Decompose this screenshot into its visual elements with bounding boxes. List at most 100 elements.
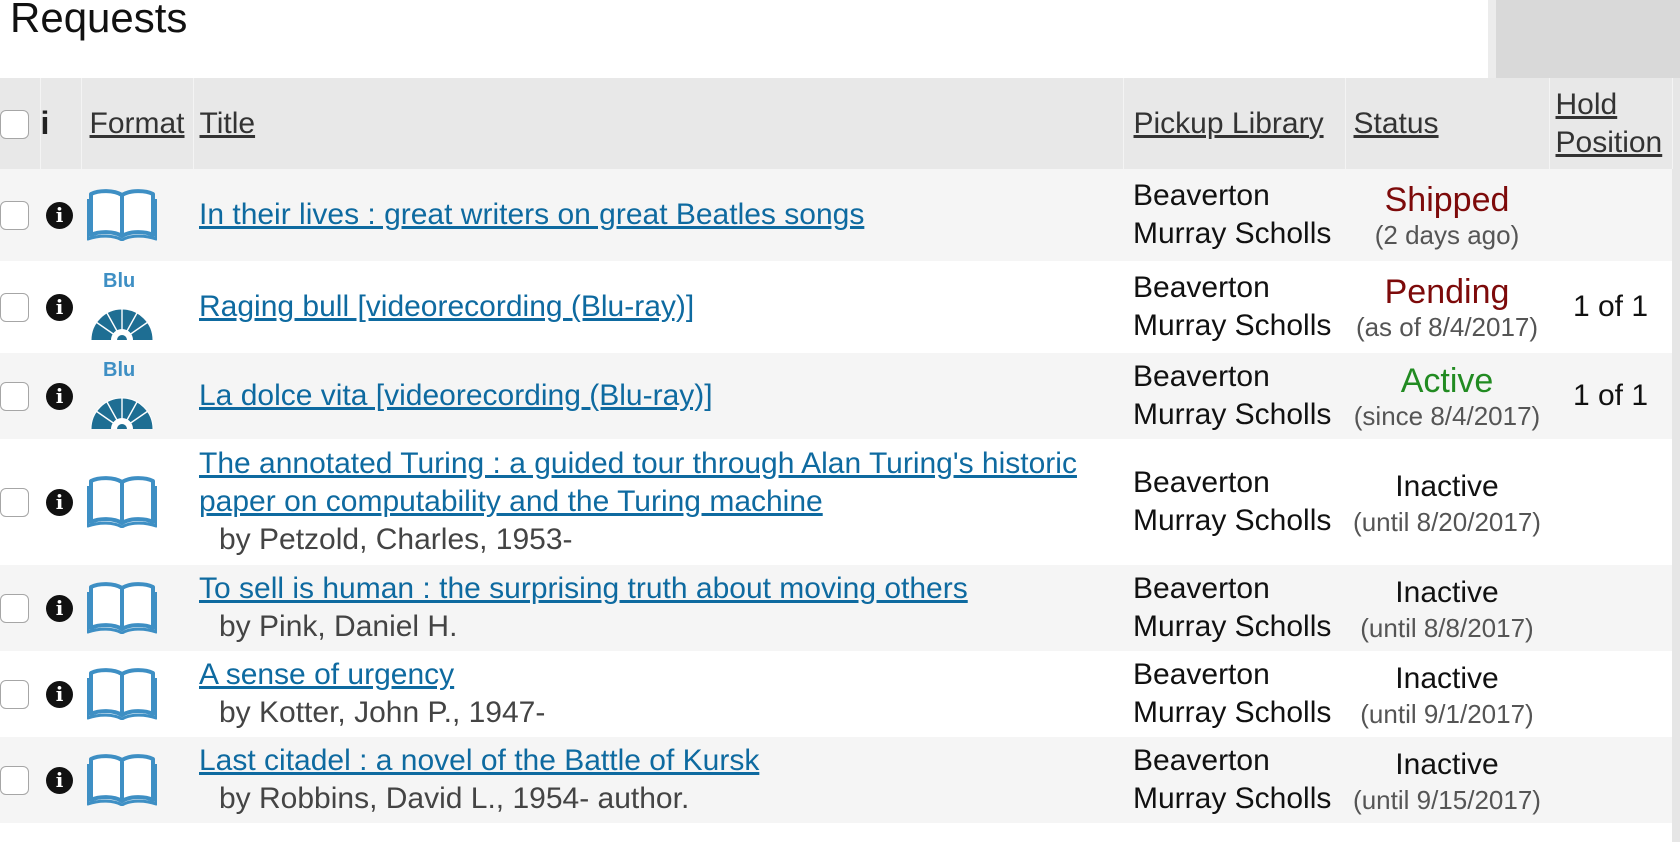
info-icon[interactable]: i <box>46 293 73 321</box>
author-text: by Pink, Daniel H. <box>219 610 458 643</box>
row-select-cell <box>0 565 40 651</box>
info-column-header: i <box>40 78 82 169</box>
table-header-row: i Format Title Pickup Library Status Hol… <box>0 78 1673 169</box>
info-icon[interactable]: i <box>46 680 73 708</box>
book-icon <box>87 189 193 241</box>
row-title-cell: The annotated Turing : a guided tour thr… <box>193 439 1123 565</box>
title-link[interactable]: In their lives : great writers on great … <box>199 198 864 231</box>
status-detail: (since 8/4/2017) <box>1353 401 1541 431</box>
select-all-checkbox[interactable] <box>0 110 29 140</box>
row-status-cell: Inactive (until 9/15/2017) <box>1345 737 1549 823</box>
blu-ray-icon: Blu <box>87 359 157 427</box>
row-info-cell: i <box>40 737 81 823</box>
row-format-cell <box>81 651 193 737</box>
row-pickup-cell: Beaverton Murray Scholls <box>1123 737 1345 823</box>
author-text: by Petzold, Charles, 1953- <box>219 523 573 556</box>
row-checkbox[interactable] <box>0 593 29 623</box>
hold-position <box>1549 651 1672 737</box>
row-format-cell <box>81 737 193 823</box>
status-detail: (until 9/1/2017) <box>1360 699 1534 729</box>
row-select-cell <box>0 439 40 565</box>
row-info-cell: i <box>40 565 81 651</box>
row-title-cell: To sell is human : the surprising truth … <box>193 565 1123 651</box>
row-status-cell: Active (since 8/4/2017) <box>1345 353 1549 439</box>
hold-header-line1: Hold <box>1555 87 1618 121</box>
info-icon[interactable]: i <box>46 382 73 410</box>
header-gap <box>1488 0 1496 78</box>
scrollbar-edge[interactable] <box>1672 78 1680 842</box>
row-info-cell: i <box>40 261 81 353</box>
status-detail: (until 8/8/2017) <box>1360 613 1534 643</box>
hold-position <box>1549 169 1672 261</box>
status-badge: Inactive <box>1395 662 1499 695</box>
status-detail: (until 9/15/2017) <box>1353 785 1541 815</box>
hold-column-header: Hold Position <box>1549 78 1673 169</box>
pickup-location: Murray Scholls <box>1133 309 1332 342</box>
row-checkbox[interactable] <box>0 679 29 709</box>
hold-header-line2: Position <box>1555 125 1663 159</box>
title-line: paper on computability and the Turing ma… <box>199 485 823 518</box>
title-link[interactable]: A sense of urgency <box>199 658 454 691</box>
status-badge: Pending <box>1384 273 1510 311</box>
status-badge: Shipped <box>1384 181 1510 219</box>
row-checkbox[interactable] <box>0 292 29 322</box>
row-title-cell: A sense of urgency by Kotter, John P., 19… <box>193 651 1123 737</box>
info-icon[interactable]: i <box>46 488 73 516</box>
title-link[interactable]: To sell is human : the surprising truth … <box>199 572 968 605</box>
hold-position <box>1549 737 1672 823</box>
row-status-cell: Shipped (2 days ago) <box>1345 169 1549 261</box>
row-checkbox[interactable] <box>0 381 29 411</box>
row-info-cell: i <box>40 353 81 439</box>
row-status-cell: Inactive (until 8/20/2017) <box>1345 439 1549 565</box>
row-info-cell: i <box>40 439 81 565</box>
select-all-cell <box>0 78 41 169</box>
status-badge: Inactive <box>1395 748 1499 781</box>
pickup-location: Murray Scholls <box>1133 782 1332 815</box>
pickup-branch: Beaverton <box>1133 271 1270 304</box>
info-icon[interactable]: i <box>46 594 73 622</box>
table-row: i To sell is human : the surprising trut… <box>0 565 1672 651</box>
status-detail: (as of 8/4/2017) <box>1355 312 1539 342</box>
pickup-branch: Beaverton <box>1133 179 1270 212</box>
title-link[interactable]: The annotated Turing : a guided tour thr… <box>199 447 1077 518</box>
info-icon[interactable]: i <box>46 766 73 794</box>
row-checkbox[interactable] <box>0 765 29 795</box>
table-row: i Blu La dolce vita [videorecording (Blu… <box>0 353 1672 439</box>
row-pickup-cell: Beaverton Murray Scholls <box>1123 261 1345 353</box>
sort-by-title-link[interactable]: Title <box>200 107 256 140</box>
row-format-cell: Blu <box>81 353 193 439</box>
pickup-branch: Beaverton <box>1133 466 1270 499</box>
row-pickup-cell: Beaverton Murray Scholls <box>1123 169 1345 261</box>
pickup-branch: Beaverton <box>1133 744 1270 777</box>
row-checkbox[interactable] <box>0 487 29 517</box>
row-pickup-cell: Beaverton Murray Scholls <box>1123 565 1345 651</box>
row-status-cell: Pending (as of 8/4/2017) <box>1345 261 1549 353</box>
pickup-branch: Beaverton <box>1133 572 1270 605</box>
table-row: i The annotated Turing : a guided tour t… <box>0 439 1672 565</box>
row-status-cell: Inactive (until 9/1/2017) <box>1345 651 1549 737</box>
sort-by-status-link[interactable]: Status <box>1354 107 1439 140</box>
row-pickup-cell: Beaverton Murray Scholls <box>1123 439 1345 565</box>
row-pickup-cell: Beaverton Murray Scholls <box>1123 651 1345 737</box>
scrollbar-track[interactable] <box>1496 0 1680 78</box>
title-column-header: Title <box>193 78 1124 169</box>
title-link[interactable]: Last citadel : a novel of the Battle of … <box>199 744 759 777</box>
sort-by-pickup-link[interactable]: Pickup Library <box>1134 107 1324 140</box>
status-badge: Inactive <box>1395 576 1499 609</box>
row-select-cell <box>0 353 40 439</box>
author-text: by Kotter, John P., 1947- <box>219 696 546 729</box>
info-icon[interactable]: i <box>46 201 73 229</box>
hold-position: 1 of 1 <box>1572 379 1649 412</box>
status-detail: (until 8/20/2017) <box>1353 507 1541 537</box>
format-column-header: Format <box>81 78 194 169</box>
sort-by-hold-link[interactable]: Hold Position <box>1556 86 1663 162</box>
row-pickup-cell: Beaverton Murray Scholls <box>1123 353 1345 439</box>
row-format-cell <box>81 169 193 261</box>
pickup-location: Murray Scholls <box>1133 217 1332 250</box>
title-link[interactable]: Raging bull [videorecording (Blu-ray)] <box>199 290 694 323</box>
row-format-cell <box>81 439 193 565</box>
row-checkbox[interactable] <box>0 200 29 230</box>
title-line: The annotated Turing : a guided tour thr… <box>199 447 1077 480</box>
title-link[interactable]: La dolce vita [videorecording (Blu-ray)] <box>199 379 713 412</box>
sort-by-format-link[interactable]: Format <box>90 107 185 140</box>
